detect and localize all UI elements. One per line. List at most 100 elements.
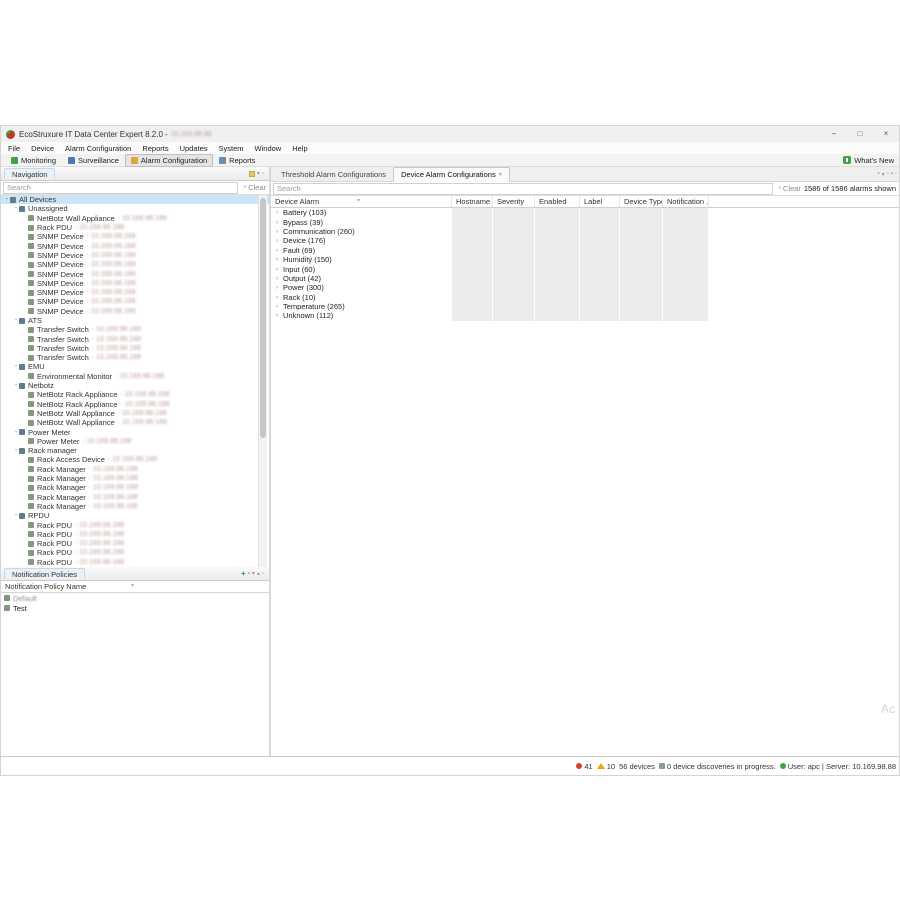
tree-row[interactable]: Rack PDU - 10.169.98.188 xyxy=(1,223,269,232)
tree-row[interactable]: Rack Manager - 10.169.98.188 xyxy=(1,474,269,483)
tree-row[interactable]: Rack Access Device - 10.169.98.188 xyxy=(1,455,269,464)
view-menu-icon[interactable]: ▾ xyxy=(252,570,255,577)
collapse-view-icon[interactable]: ▴ xyxy=(257,570,260,577)
view-menu-icon[interactable]: ▾ xyxy=(882,171,885,178)
tree-row[interactable]: Transfer Switch - 10.169.98.188 xyxy=(1,334,269,343)
maximize-button[interactable]: □ xyxy=(847,126,873,142)
tree-row[interactable]: SNMP Device - 10.169.98.188 xyxy=(1,251,269,260)
tree-row[interactable]: SNMP Device - 10.169.98.188 xyxy=(1,241,269,250)
column-header[interactable]: Notification ... xyxy=(663,196,709,207)
menu-item[interactable]: System xyxy=(219,144,244,153)
tree-row[interactable]: Rack Manager - 10.169.98.188 xyxy=(1,493,269,502)
tree-scrollbar-thumb[interactable] xyxy=(260,198,266,438)
view-menu-icon[interactable]: ▾ xyxy=(257,170,260,177)
tree-row[interactable]: Transfer Switch - 10.169.98.188 xyxy=(1,325,269,334)
row-expander-icon[interactable]: › xyxy=(276,266,283,273)
row-expander-icon[interactable]: › xyxy=(276,219,283,226)
tree-row[interactable]: NetBotz Wall Appliance - 10.169.98.188 xyxy=(1,214,269,223)
menu-item[interactable]: Window xyxy=(255,144,282,153)
tree-row[interactable]: NetBotz Wall Appliance - 10.169.98.188 xyxy=(1,409,269,418)
perspective-button[interactable]: Alarm Configuration xyxy=(125,154,213,167)
policy-action-icon[interactable]: ▪ xyxy=(248,571,250,577)
row-expander-icon[interactable]: › xyxy=(276,247,283,254)
tree-row[interactable]: Power Meter - 10.169.98.188 xyxy=(1,437,269,446)
tree-row[interactable]: SNMP Device - 10.169.98.188 xyxy=(1,269,269,278)
tree-row[interactable]: SNMP Device - 10.169.98.188 xyxy=(1,279,269,288)
minimize-view-icon[interactable]: ▫ xyxy=(262,171,264,177)
column-header[interactable]: Enabled xyxy=(535,196,580,207)
tree-row[interactable]: - Rack manager xyxy=(1,446,269,455)
tree-row[interactable]: - All Devices xyxy=(1,195,269,204)
alarm-category-row[interactable]: › Bypass (39) xyxy=(271,217,899,226)
tree-row[interactable]: Transfer Switch - 10.169.98.188 xyxy=(1,353,269,362)
minimize-button[interactable]: – xyxy=(821,126,847,142)
tree-row[interactable]: - Power Meter xyxy=(1,427,269,436)
alarm-category-row[interactable]: › Battery (103) xyxy=(271,208,899,217)
tree-row[interactable]: Rack PDU - 10.169.98.188 xyxy=(1,558,269,567)
perspective-button[interactable]: Monitoring xyxy=(5,154,62,167)
alarm-category-row[interactable]: › Power (300) xyxy=(271,283,899,292)
tree-row[interactable]: SNMP Device - 10.169.98.188 xyxy=(1,288,269,297)
tree-row[interactable]: SNMP Device - 10.169.98.188 xyxy=(1,232,269,241)
row-expander-icon[interactable]: › xyxy=(276,284,283,291)
tree-row[interactable]: Environmental Monitor - 10.169.98.188 xyxy=(1,372,269,381)
tree-row[interactable]: Rack Manager - 10.169.98.188 xyxy=(1,483,269,492)
tree-row[interactable]: Rack PDU - 10.169.98.188 xyxy=(1,539,269,548)
tree-row[interactable]: NetBotz Rack Appliance - 10.169.98.188 xyxy=(1,390,269,399)
tree-scrollbar[interactable] xyxy=(258,195,267,567)
alarm-category-row[interactable]: › Input (60) xyxy=(271,264,899,273)
tree-row[interactable]: NetBotz Rack Appliance - 10.169.98.188 xyxy=(1,400,269,409)
tree-row[interactable]: Transfer Switch - 10.169.98.188 xyxy=(1,344,269,353)
alarm-category-row[interactable]: › Device (176) xyxy=(271,236,899,245)
add-policy-icon[interactable]: + xyxy=(241,569,246,578)
column-header[interactable]: Label xyxy=(580,196,620,207)
row-expander-icon[interactable]: › xyxy=(276,228,283,235)
maximize-view-icon[interactable]: ▪ xyxy=(891,171,893,177)
notification-policies-tab[interactable]: Notification Policies xyxy=(4,568,85,579)
tree-row[interactable]: Rack Manager - 10.169.98.188 xyxy=(1,465,269,474)
close-button[interactable]: × xyxy=(873,126,899,142)
policy-column-header[interactable]: Notification Policy Name ▾ xyxy=(1,581,269,593)
minimize-view-icon[interactable]: ▫ xyxy=(262,571,264,577)
menu-item[interactable]: Alarm Configuration xyxy=(65,144,131,153)
tree-row[interactable]: Rack PDU - 10.169.98.188 xyxy=(1,520,269,529)
perspective-button[interactable]: Surveillance xyxy=(62,154,125,167)
minimize-view-icon[interactable]: ▫ xyxy=(887,171,889,177)
row-expander-icon[interactable]: › xyxy=(276,256,283,263)
alarm-category-row[interactable]: › Communication (260) xyxy=(271,227,899,236)
alarm-category-row[interactable]: › Output (42) xyxy=(271,274,899,283)
tree-row[interactable]: - EMU xyxy=(1,362,269,371)
navigation-search-input[interactable]: Search xyxy=(3,182,238,194)
tree-row[interactable]: SNMP Device - 10.169.98.188 xyxy=(1,297,269,306)
whats-new-link[interactable]: What's New xyxy=(843,156,899,165)
tree-row[interactable]: Rack PDU - 10.169.98.188 xyxy=(1,530,269,539)
toolbar-dot-icon[interactable]: ▪ xyxy=(877,171,879,177)
menu-item[interactable]: Help xyxy=(292,144,307,153)
tree-row[interactable]: - Unassigned xyxy=(1,204,269,213)
row-expander-icon[interactable]: › xyxy=(276,312,283,319)
navigation-tab[interactable]: Navigation xyxy=(4,168,55,179)
column-header[interactable]: Severity xyxy=(493,196,535,207)
alarm-category-row[interactable]: › Fault (69) xyxy=(271,246,899,255)
tree-row[interactable]: - Netbotz xyxy=(1,381,269,390)
column-header[interactable]: Device Alarm xyxy=(271,196,452,207)
menu-item[interactable]: Device xyxy=(31,144,54,153)
alarm-category-row[interactable]: › Rack (10) xyxy=(271,293,899,302)
alarm-search-input[interactable]: Search xyxy=(273,183,773,195)
policy-row[interactable]: Default xyxy=(1,593,269,603)
menu-item[interactable]: File xyxy=(8,144,20,153)
tree-row[interactable]: - RPDU xyxy=(1,511,269,520)
perspective-button[interactable]: Reports xyxy=(213,154,261,167)
alarm-category-row[interactable]: › Temperature (265) xyxy=(271,302,899,311)
link-with-editor-icon[interactable] xyxy=(249,171,255,177)
tree-row[interactable]: Rack Manager - 10.169.98.188 xyxy=(1,502,269,511)
tree-row[interactable]: NetBotz Wall Appliance - 10.169.98.188 xyxy=(1,418,269,427)
alarm-category-row[interactable]: › Unknown (112) xyxy=(271,311,899,320)
tree-row[interactable]: Rack PDU - 10.169.98.188 xyxy=(1,548,269,557)
policy-row[interactable]: Test xyxy=(1,603,269,613)
tab-threshold-alarm-configurations[interactable]: Threshold Alarm Configurations xyxy=(274,168,393,181)
row-expander-icon[interactable]: › xyxy=(276,237,283,244)
row-expander-icon[interactable]: › xyxy=(276,275,283,282)
restore-view-icon[interactable]: ▫ xyxy=(895,171,897,177)
menu-item[interactable]: Reports xyxy=(142,144,168,153)
